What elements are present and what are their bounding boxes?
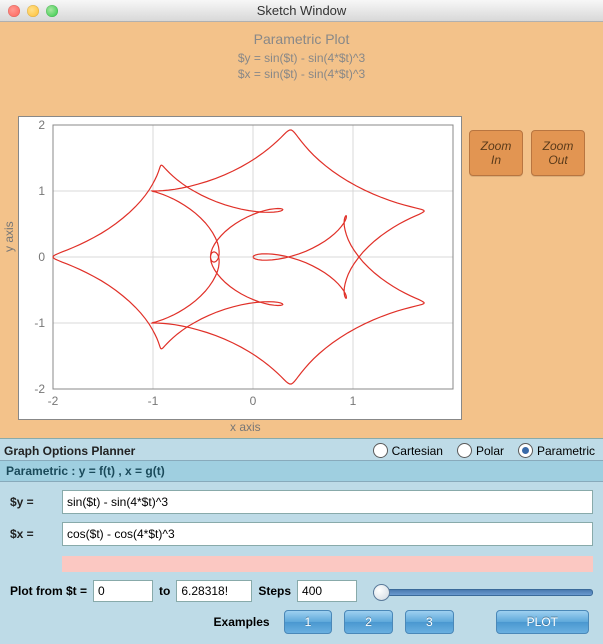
plot-type-radios: Cartesian Polar Parametric bbox=[373, 443, 595, 458]
example-3-button[interactable]: 3 bbox=[405, 610, 454, 634]
window-title: Sketch Window bbox=[0, 3, 603, 18]
svg-text:0: 0 bbox=[38, 250, 45, 264]
examples-label: Examples bbox=[214, 615, 270, 629]
t-end-input[interactable] bbox=[176, 580, 252, 602]
steps-label: Steps bbox=[258, 584, 291, 598]
radio-cartesian-label: Cartesian bbox=[392, 444, 443, 458]
example-1-button[interactable]: 1 bbox=[284, 610, 333, 634]
svg-text:0: 0 bbox=[250, 394, 257, 408]
plot-title: Parametric Plot bbox=[0, 30, 603, 50]
svg-text:-2: -2 bbox=[48, 394, 59, 408]
radio-cartesian[interactable]: Cartesian bbox=[373, 443, 443, 458]
status-strip bbox=[62, 556, 593, 572]
to-label: to bbox=[159, 584, 170, 598]
mode-strip: Parametric : y = f(t) , x = g(t) bbox=[0, 460, 603, 482]
svg-text:1: 1 bbox=[350, 394, 357, 408]
plot-area: Parametric Plot $y = sin($t) - sin(4*$t)… bbox=[0, 22, 603, 438]
x-axis-label: x axis bbox=[230, 420, 261, 434]
panel-title: Graph Options Planner bbox=[4, 444, 135, 458]
x-eq-label: $x = bbox=[10, 527, 52, 541]
svg-text:2: 2 bbox=[38, 118, 45, 132]
svg-text:-2: -2 bbox=[34, 382, 45, 396]
svg-text:-1: -1 bbox=[34, 316, 45, 330]
svg-text:-1: -1 bbox=[148, 394, 159, 408]
y-eq-input[interactable] bbox=[62, 490, 593, 514]
t-start-input[interactable] bbox=[93, 580, 153, 602]
titlebar: Sketch Window bbox=[0, 0, 603, 22]
chart: -2 -1 0 1 -2 -1 0 1 2 bbox=[18, 116, 462, 420]
y-axis-label: y axis bbox=[2, 221, 16, 252]
plot-eq-y: $y = sin($t) - sin(4*$t)^3 bbox=[0, 50, 603, 67]
plot-button[interactable]: PLOT bbox=[496, 610, 589, 634]
radio-polar[interactable]: Polar bbox=[457, 443, 504, 458]
steps-input[interactable] bbox=[297, 580, 357, 602]
steps-slider[interactable] bbox=[373, 583, 593, 599]
x-eq-input[interactable] bbox=[62, 522, 593, 546]
example-2-button[interactable]: 2 bbox=[344, 610, 393, 634]
options-panel: Graph Options Planner Cartesian Polar Pa… bbox=[0, 438, 603, 644]
zoom-in-button[interactable]: Zoom In bbox=[469, 130, 523, 176]
y-eq-label: $y = bbox=[10, 495, 52, 509]
radio-parametric-label: Parametric bbox=[537, 444, 595, 458]
zoom-out-button[interactable]: Zoom Out bbox=[531, 130, 585, 176]
radio-polar-label: Polar bbox=[476, 444, 504, 458]
radio-parametric[interactable]: Parametric bbox=[518, 443, 595, 458]
plot-eq-x: $x = sin($t) - sin(4*$t)^3 bbox=[0, 66, 603, 83]
svg-text:1: 1 bbox=[38, 184, 45, 198]
plot-from-label: Plot from $t = bbox=[10, 584, 87, 598]
